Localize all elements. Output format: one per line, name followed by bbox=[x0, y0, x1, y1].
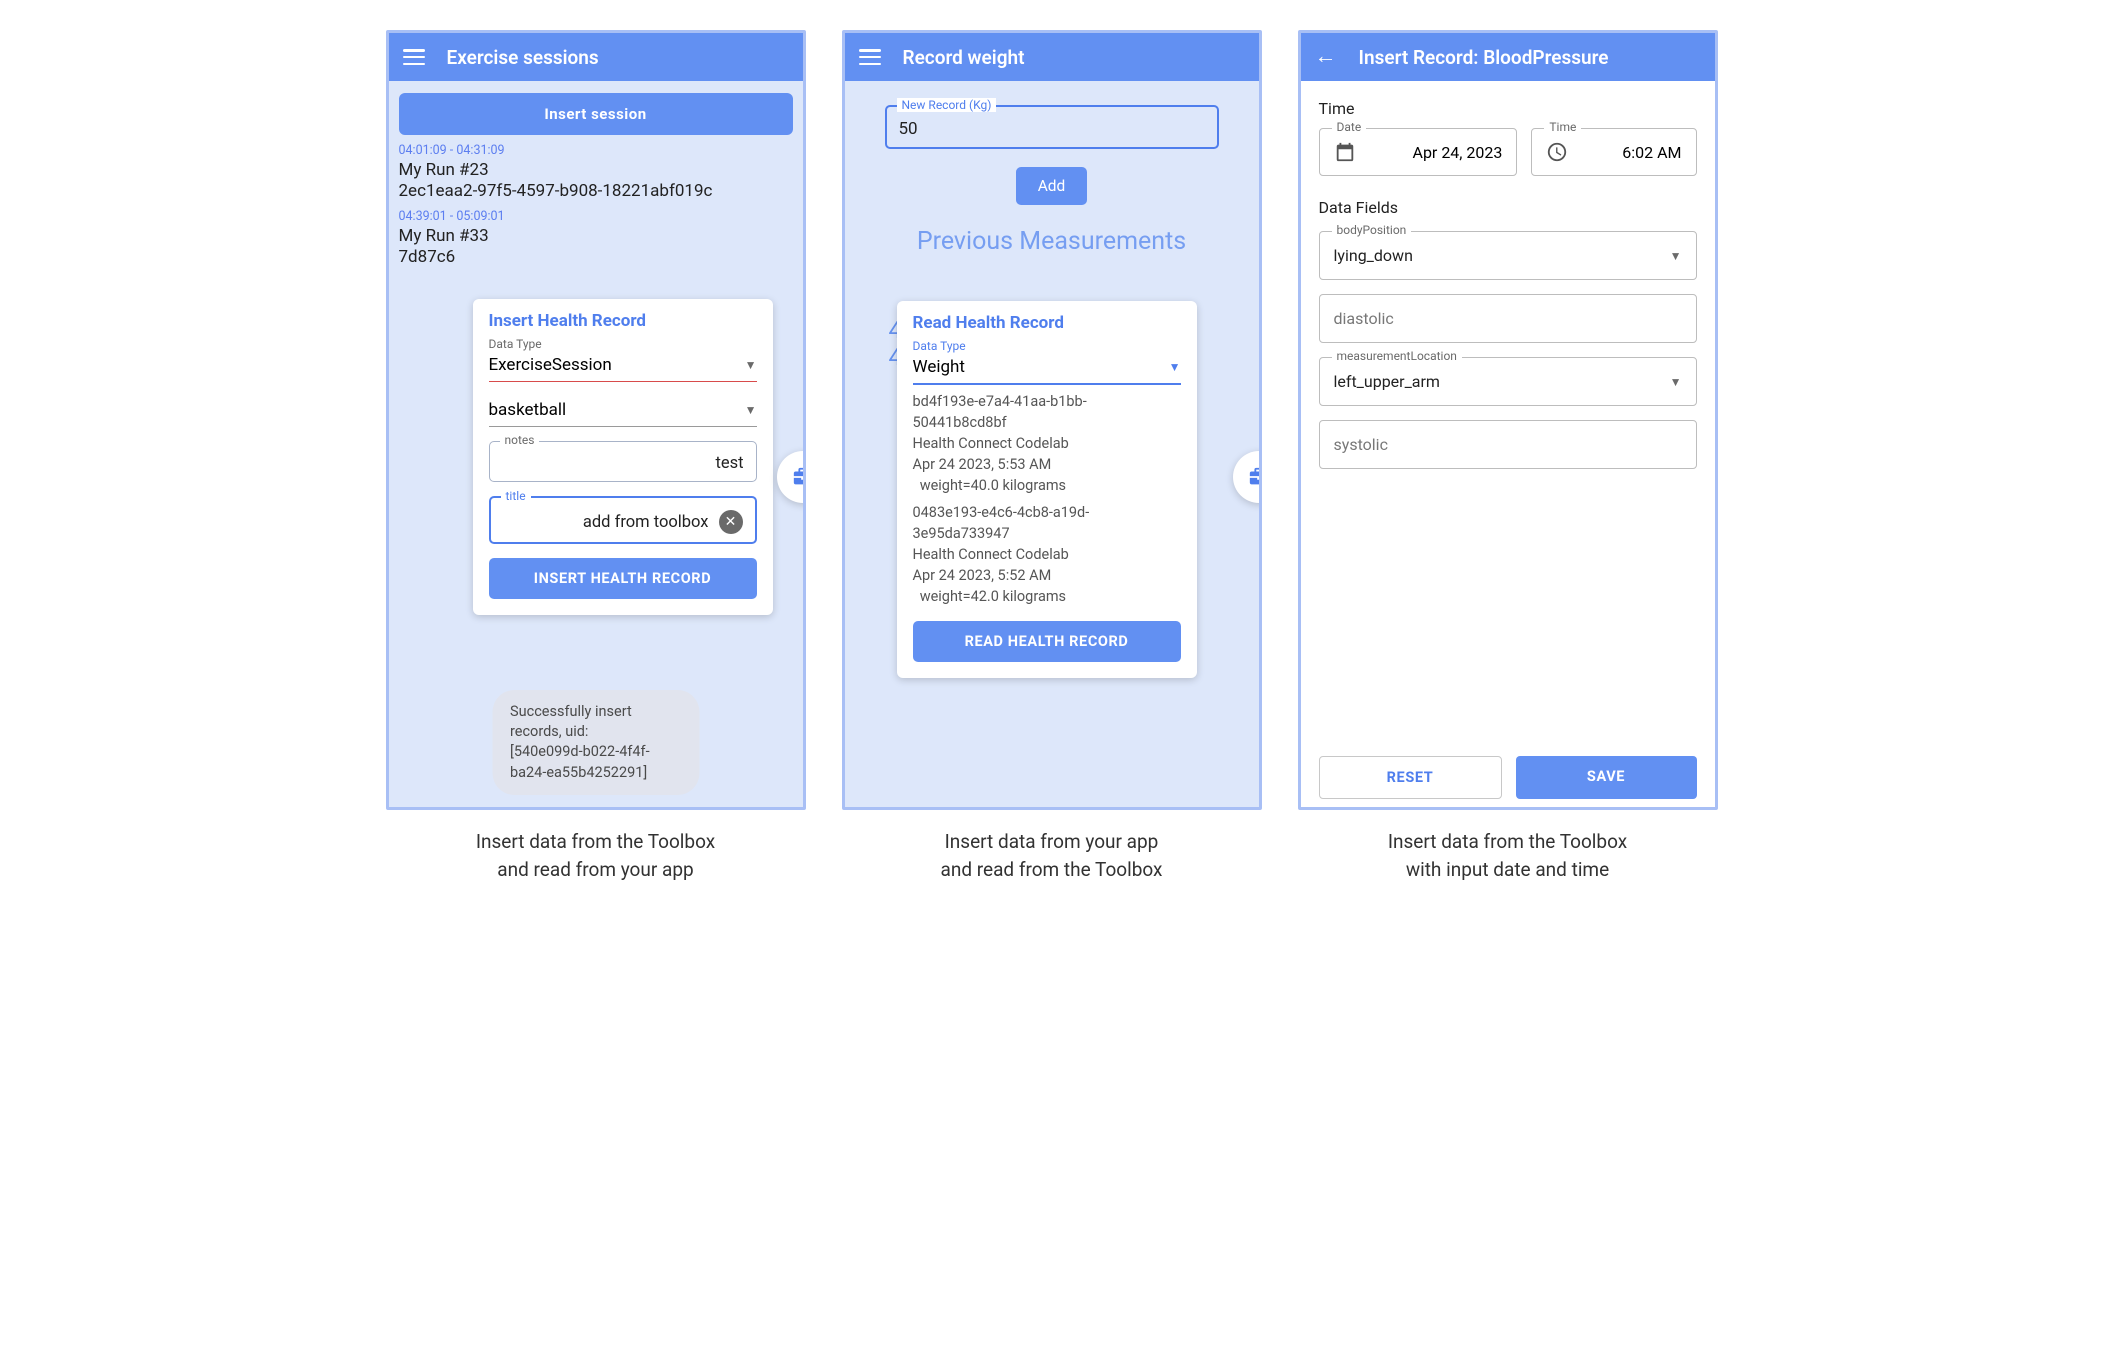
exercise-type-value: basketball bbox=[489, 400, 567, 420]
insert-health-record-card: Insert Health Record Data Type ExerciseS… bbox=[473, 299, 773, 615]
session-name: My Run #33 bbox=[399, 226, 793, 246]
body-position-value: lying_down bbox=[1334, 246, 1670, 265]
phone-screen-3: ← Insert Record: BloodPressure Time Date… bbox=[1298, 30, 1718, 810]
chevron-down-icon: ▼ bbox=[745, 358, 757, 372]
hamburger-icon[interactable] bbox=[403, 49, 425, 65]
data-fields-section-label: Data Fields bbox=[1319, 198, 1697, 217]
toolbox-icon bbox=[1248, 466, 1262, 488]
date-value: Apr 24, 2023 bbox=[1368, 143, 1503, 162]
insert-health-record-button[interactable]: INSERT HEALTH RECORD bbox=[489, 558, 757, 599]
reset-button[interactable]: RESET bbox=[1319, 756, 1502, 799]
notes-value: test bbox=[502, 454, 744, 473]
appbar: ← Insert Record: BloodPressure bbox=[1301, 33, 1715, 81]
session-name: My Run #23 bbox=[399, 160, 793, 180]
data-type-select[interactable]: ExerciseSession ▼ bbox=[489, 351, 757, 382]
notes-field[interactable]: notes test bbox=[489, 441, 757, 482]
title-label: title bbox=[501, 489, 531, 503]
systolic-placeholder: systolic bbox=[1334, 435, 1682, 454]
session-item[interactable]: 04:01:09 - 04:31:09 My Run #23 2ec1eaa2-… bbox=[399, 143, 793, 201]
title-field[interactable]: title add from toolbox ✕ bbox=[489, 496, 757, 544]
session-uid: 7d87c6 bbox=[399, 247, 793, 267]
read-health-record-button[interactable]: READ HEALTH RECORD bbox=[913, 621, 1181, 662]
chevron-down-icon: ▼ bbox=[745, 403, 757, 417]
caption: Insert data from your app and read from … bbox=[941, 828, 1163, 883]
chevron-down-icon: ▼ bbox=[1670, 249, 1682, 263]
calendar-icon bbox=[1334, 141, 1356, 163]
notes-label: notes bbox=[500, 433, 540, 447]
time-value: 6:02 AM bbox=[1580, 143, 1681, 162]
measurement-location-select[interactable]: measurementLocation left_upper_arm ▼ bbox=[1319, 357, 1697, 406]
exercise-type-select[interactable]: basketball ▼ bbox=[489, 396, 757, 427]
appbar-title: Record weight bbox=[903, 46, 1025, 69]
session-time: 04:39:01 - 05:09:01 bbox=[399, 209, 793, 224]
new-record-label: New Record (Kg) bbox=[897, 98, 997, 112]
back-icon[interactable]: ← bbox=[1315, 46, 1337, 68]
title-value: add from toolbox bbox=[503, 513, 709, 532]
appbar: Record weight bbox=[845, 33, 1259, 81]
new-record-field[interactable]: New Record (Kg) 50 bbox=[885, 105, 1219, 149]
time-field[interactable]: Time 6:02 AM bbox=[1531, 128, 1696, 176]
phone-screen-1: Exercise sessions Insert session 04:01:0… bbox=[386, 30, 806, 810]
previous-heading: Previous Measurements bbox=[885, 227, 1219, 256]
data-type-select[interactable]: Weight ▼ bbox=[913, 353, 1181, 385]
measurement-location-value: left_upper_arm bbox=[1334, 372, 1670, 391]
phone-screen-2: Record weight New Record (Kg) 50 Add Pre… bbox=[842, 30, 1262, 810]
data-type-label: Data Type bbox=[489, 337, 757, 351]
toast: Successfully insert records, uid: [540e0… bbox=[492, 690, 699, 795]
chevron-down-icon: ▼ bbox=[1169, 360, 1181, 374]
chevron-down-icon: ▼ bbox=[1670, 375, 1682, 389]
toolbox-fab[interactable] bbox=[1233, 451, 1262, 503]
appbar: Exercise sessions bbox=[389, 33, 803, 81]
session-list: 04:01:09 - 04:31:09 My Run #23 2ec1eaa2-… bbox=[399, 143, 793, 267]
date-field[interactable]: Date Apr 24, 2023 bbox=[1319, 128, 1518, 176]
data-type-label: Data Type bbox=[913, 339, 1181, 353]
clock-icon bbox=[1546, 141, 1568, 163]
data-type-value: Weight bbox=[913, 357, 965, 377]
record-item: bd4f193e-e7a4-41aa-b1bb-50441b8cd8bf Hea… bbox=[913, 391, 1181, 496]
record-item: 0483e193-e4c6-4cb8-a19d-3e95da733947 Hea… bbox=[913, 502, 1181, 607]
session-time: 04:01:09 - 04:31:09 bbox=[399, 143, 793, 158]
save-button[interactable]: SAVE bbox=[1516, 756, 1697, 799]
add-button[interactable]: Add bbox=[1016, 167, 1088, 205]
caption: Insert data from the Toolbox and read fr… bbox=[476, 828, 715, 883]
read-health-record-card: Read Health Record Data Type Weight ▼ bd… bbox=[897, 301, 1197, 678]
clear-icon[interactable]: ✕ bbox=[719, 510, 743, 534]
hamburger-icon[interactable] bbox=[859, 49, 881, 65]
data-type-value: ExerciseSession bbox=[489, 355, 612, 375]
body-position-select[interactable]: bodyPosition lying_down ▼ bbox=[1319, 231, 1697, 280]
toolbox-icon bbox=[792, 466, 806, 488]
record-list: bd4f193e-e7a4-41aa-b1bb-50441b8cd8bf Hea… bbox=[913, 391, 1181, 607]
session-item[interactable]: 04:39:01 - 05:09:01 My Run #33 7d87c6 bbox=[399, 209, 793, 267]
new-record-value: 50 bbox=[899, 119, 1205, 139]
diastolic-field[interactable]: diastolic bbox=[1319, 294, 1697, 343]
toolbox-fab[interactable] bbox=[777, 451, 806, 503]
insert-session-button[interactable]: Insert session bbox=[399, 93, 793, 135]
time-section-label: Time bbox=[1319, 99, 1697, 118]
appbar-title: Insert Record: BloodPressure bbox=[1359, 46, 1609, 69]
systolic-field[interactable]: systolic bbox=[1319, 420, 1697, 469]
card-title: Read Health Record bbox=[913, 313, 1181, 333]
appbar-title: Exercise sessions bbox=[447, 46, 599, 69]
diastolic-placeholder: diastolic bbox=[1334, 309, 1682, 328]
session-uid: 2ec1eaa2-97f5-4597-b908-18221abf019c bbox=[399, 181, 793, 201]
caption: Insert data from the Toolbox with input … bbox=[1388, 828, 1627, 883]
card-title: Insert Health Record bbox=[489, 311, 757, 331]
